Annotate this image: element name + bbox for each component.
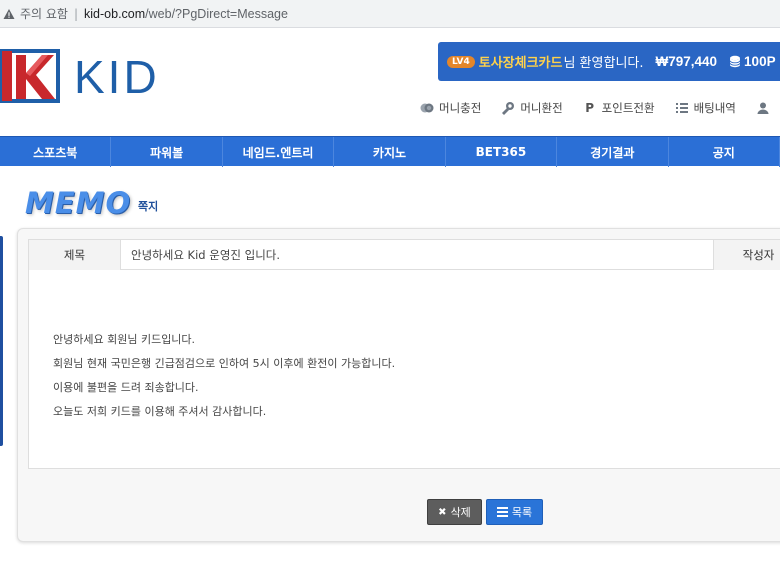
quicklink-label: 머니충전 [439,101,482,115]
user-icon [757,102,769,114]
action-buttons: ✖ 삭제 목록 [427,499,543,525]
page-subtitle: 쪽지 [138,200,159,213]
close-icon: ✖ [438,506,447,518]
body-line: 회원님 현재 국민은행 긴급점검으로 인하여 5시 이후에 환전이 가능합니다. [53,357,396,370]
quicklink-my-account[interactable] [756,101,775,115]
level-badge: LV4 [447,55,475,68]
point-balance: 100P [744,54,776,69]
body-line: 이용에 불편을 드려 죄송합니다. [53,381,199,394]
list-icon [675,103,688,113]
quicklink-label: 머니환전 [520,101,563,115]
nav-item-casino[interactable]: 카지노 [334,137,446,167]
author-label: 작성자 [713,240,780,270]
subject-value: 안녕하세요 Kid 운영진 입니다. [131,248,281,262]
warning-icon [3,8,15,19]
quicklink-point-convert[interactable]: P 포인트전환 [583,100,655,116]
welcome-bar: LV4 토사장체크카드 님 환영합니다. ₩797,440 100P [438,42,780,81]
address-separator: | [73,6,79,21]
nav-item-results[interactable]: 경기결과 [557,137,669,167]
url-path: /web/?PgDirect=Message [145,6,288,21]
subject-row: 제목 안녕하세요 Kid 운영진 입니다. 작성자 [29,240,780,270]
page-title: MEMO [25,186,132,220]
nav-item-sportsbook[interactable]: 스포츠북 [0,137,112,167]
message-body: 안녕하세요 회원님 키드입니다. 회원님 현재 국민은행 긴급점검으로 인하여 … [53,328,395,424]
point-p-icon: P [585,101,595,115]
list-label: 목록 [511,506,533,519]
side-accent-bar [0,236,3,446]
nav-item-notice[interactable]: 공지 [669,137,780,167]
username[interactable]: 토사장체크카드 [479,52,563,71]
nav-item-bet365[interactable]: BET365 [446,137,558,167]
subject-label: 제목 [29,240,121,270]
quicklink-money-exchange[interactable]: 머니환전 [501,100,563,116]
browser-address-bar[interactable]: 주의 요함 | kid-ob.com/web/?PgDirect=Message [0,0,780,28]
list-button[interactable]: 목록 [486,499,543,525]
quicklinks-bar: 머니충전 머니환전 P 포인트전환 배팅내역 [420,98,780,118]
quicklink-money-charge[interactable]: 머니충전 [420,100,481,116]
body-line: 안녕하세요 회원님 키드입니다. [53,333,196,346]
nav-item-named-entry[interactable]: 네임드.엔트리 [223,137,335,167]
url-text[interactable]: kid-ob.com/web/?PgDirect=Message [84,7,288,21]
nav-item-powerball[interactable]: 파워볼 [111,137,223,167]
list-icon [496,507,508,517]
body-line: 오늘도 저희 키드를 이용해 주셔서 감사합니다. [53,405,267,418]
greeting-text: 님 환영합니다. [563,56,644,71]
quicklink-label: 포인트전환 [601,101,655,115]
logo-k-emblem-icon [0,49,60,103]
site-logo[interactable]: KID [0,47,170,107]
coin-stack-icon [420,103,434,113]
security-label[interactable]: 주의 요함 [20,5,68,22]
logo-text: KID [74,51,160,103]
money-balance: ₩797,440 [655,54,718,69]
quicklink-bet-history[interactable]: 배팅내역 [675,100,736,116]
main-nav: 스포츠북 파워볼 네임드.엔트리 카지노 BET365 경기결과 공지 [0,136,780,167]
message-panel: 제목 안녕하세요 Kid 운영진 입니다. 작성자 안녕하세요 회원님 키드입니… [17,228,780,542]
delete-label: 삭제 [450,506,471,519]
message-table: 제목 안녕하세요 Kid 운영진 입니다. 작성자 안녕하세요 회원님 키드입니… [28,239,780,469]
url-host: kid-ob.com [84,6,146,21]
coin-stack-icon [729,55,741,68]
exchange-icon [502,102,515,115]
delete-button[interactable]: ✖ 삭제 [427,499,482,525]
quicklink-label: 배팅내역 [693,101,736,115]
